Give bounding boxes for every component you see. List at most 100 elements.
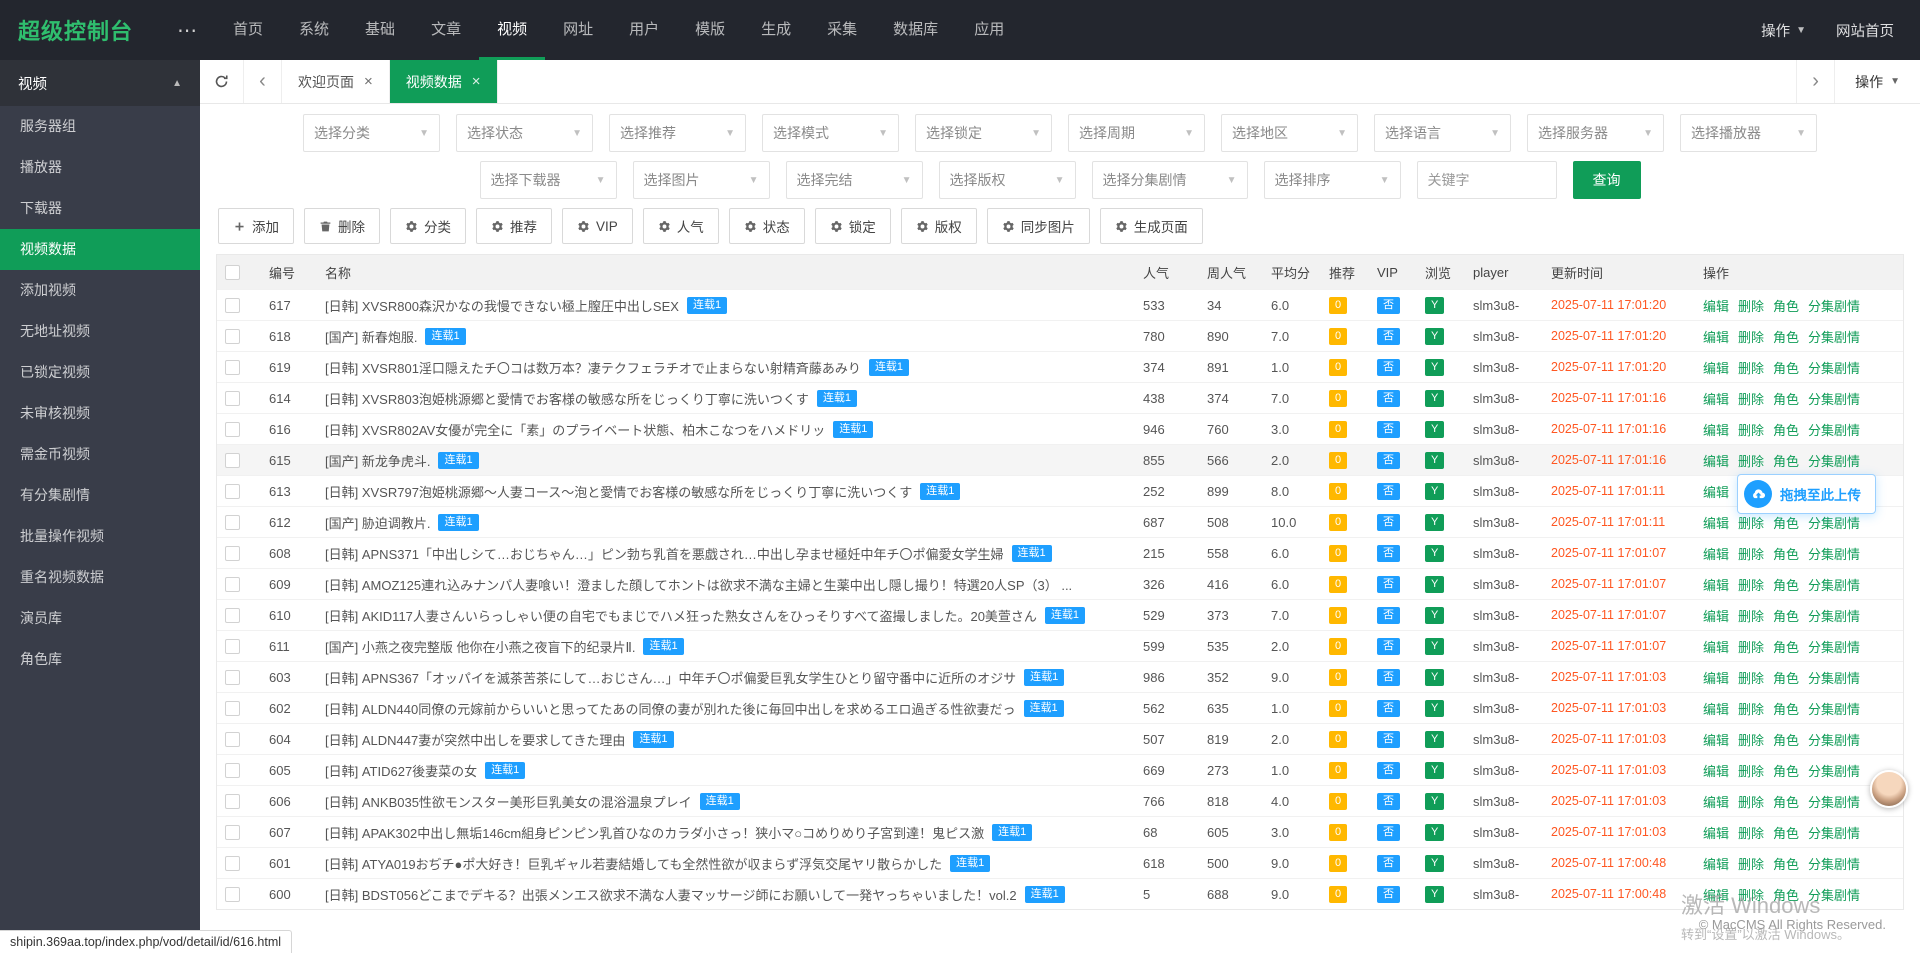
filter-select[interactable]: 选择服务器 ▼ (1527, 114, 1664, 152)
vip-badge[interactable]: 否 (1377, 514, 1400, 531)
recommend-badge[interactable]: 0 (1329, 855, 1348, 872)
edit-link[interactable]: 编辑 (1703, 547, 1729, 562)
recommend-badge[interactable]: 0 (1329, 669, 1348, 686)
toolbar-button[interactable]: 版权 (900, 208, 977, 244)
delete-link[interactable]: 删除 (1738, 733, 1764, 748)
edit-link[interactable]: 编辑 (1703, 361, 1729, 376)
recommend-badge[interactable]: 0 (1329, 824, 1348, 841)
video-title-link[interactable]: [国产] 胁迫调教片. (325, 513, 430, 532)
video-title-link[interactable]: [日韩] XVSR803泡姫桃源郷と愛情でお客様の敏感な所をじっくり丁寧に洗いつ… (325, 389, 809, 408)
row-checkbox[interactable] (225, 359, 240, 375)
role-link[interactable]: 角色 (1773, 733, 1799, 748)
filter-select[interactable]: 选择语言 ▼ (1374, 114, 1511, 152)
delete-button[interactable]: 删除 (304, 208, 380, 244)
edit-link[interactable]: 编辑 (1703, 330, 1729, 345)
recommend-badge[interactable]: 0 (1329, 483, 1348, 500)
sidebar-item[interactable]: 重名视频数据 (0, 557, 200, 598)
tab-action-dropdown[interactable]: 操作 ▼ (1834, 60, 1920, 103)
select-all-checkbox[interactable] (225, 264, 240, 280)
filter-select[interactable]: 选择推荐 ▼ (609, 114, 746, 152)
video-title-link[interactable]: [日韩] AKID117人妻さんいらっしゃい便の自宅でもまじでハメ狂った熟女さん… (325, 606, 1037, 625)
episode-link[interactable]: 分集剧情 (1808, 702, 1860, 717)
video-title-link[interactable]: [日韩] ANKB035性欲モンスター美形巨乳美女の混浴温泉プレイ (325, 792, 692, 811)
search-button[interactable]: 查询 (1572, 161, 1641, 199)
episode-link[interactable]: 分集剧情 (1808, 640, 1860, 655)
row-checkbox[interactable] (225, 855, 240, 871)
vip-badge[interactable]: 否 (1377, 483, 1400, 500)
row-checkbox[interactable] (225, 421, 240, 437)
vip-badge[interactable]: 否 (1377, 452, 1400, 469)
recommend-badge[interactable]: 0 (1329, 576, 1348, 593)
add-button[interactable]: 添加 (218, 208, 294, 244)
sidebar-item[interactable]: 已锁定视频 (0, 352, 200, 393)
sidebar-item[interactable]: 无地址视频 (0, 311, 200, 352)
browse-badge[interactable]: Y (1425, 700, 1445, 717)
row-checkbox[interactable] (225, 452, 240, 468)
recommend-badge[interactable]: 0 (1329, 390, 1348, 407)
video-title-link[interactable]: [日韩] AMOZ125連れ込みナンパ人妻喰い！澄ました顔してホントは欲求不満な… (325, 575, 1072, 594)
sidebar-item[interactable]: 角色库 (0, 639, 200, 680)
delete-link[interactable]: 删除 (1738, 857, 1764, 872)
episode-link[interactable]: 分集剧情 (1808, 671, 1860, 686)
role-link[interactable]: 角色 (1773, 702, 1799, 717)
topbar-nav-item[interactable]: 数据库 (875, 0, 956, 60)
edit-link[interactable]: 编辑 (1703, 392, 1729, 407)
role-link[interactable]: 角色 (1773, 516, 1799, 531)
recommend-badge[interactable]: 0 (1329, 638, 1348, 655)
edit-link[interactable]: 编辑 (1703, 454, 1729, 469)
recommend-badge[interactable]: 0 (1329, 359, 1348, 376)
role-link[interactable]: 角色 (1773, 857, 1799, 872)
edit-link[interactable]: 编辑 (1703, 671, 1729, 686)
video-title-link[interactable]: [日韩] APNS367「オッパイを滅茶苦茶にして…おじさん…」中年チ〇ポ偏愛巨… (325, 668, 1016, 687)
delete-link[interactable]: 删除 (1738, 826, 1764, 841)
episode-link[interactable]: 分集剧情 (1808, 795, 1860, 810)
delete-link[interactable]: 删除 (1738, 547, 1764, 562)
filter-select[interactable]: 选择周期 ▼ (1068, 114, 1205, 152)
vip-badge[interactable]: 否 (1377, 886, 1400, 903)
episode-link[interactable]: 分集剧情 (1808, 299, 1860, 314)
video-title-link[interactable]: [国产] 新春炮服. (325, 327, 417, 346)
browse-badge[interactable]: Y (1425, 390, 1445, 407)
topbar-nav-item[interactable]: 首页 (215, 0, 281, 60)
vip-badge[interactable]: 否 (1377, 824, 1400, 841)
row-checkbox[interactable] (225, 886, 240, 902)
topbar-nav-item[interactable]: 用户 (611, 0, 677, 60)
recommend-badge[interactable]: 0 (1329, 421, 1348, 438)
browse-badge[interactable]: Y (1425, 421, 1445, 438)
delete-link[interactable]: 删除 (1738, 330, 1764, 345)
vip-badge[interactable]: 否 (1377, 793, 1400, 810)
episode-link[interactable]: 分集剧情 (1808, 454, 1860, 469)
video-title-link[interactable]: [日韩] XVSR801淫口隠えたチ〇コは数万本？凄テクフェラチオで止まらない射… (325, 358, 861, 377)
browse-badge[interactable]: Y (1425, 514, 1445, 531)
topbar-nav-item[interactable]: 基础 (347, 0, 413, 60)
vip-badge[interactable]: 否 (1377, 669, 1400, 686)
role-link[interactable]: 角色 (1773, 392, 1799, 407)
topbar-nav-item[interactable]: 模版 (677, 0, 743, 60)
delete-link[interactable]: 删除 (1738, 516, 1764, 531)
floating-avatar[interactable] (1870, 770, 1908, 808)
delete-link[interactable]: 删除 (1738, 361, 1764, 376)
delete-link[interactable]: 删除 (1738, 578, 1764, 593)
topbar-nav-item[interactable]: 视频 (479, 0, 546, 60)
edit-link[interactable]: 编辑 (1703, 702, 1729, 717)
recommend-badge[interactable]: 0 (1329, 297, 1348, 314)
topbar-nav-item[interactable]: 文章 (413, 0, 479, 60)
recommend-badge[interactable]: 0 (1329, 328, 1348, 345)
toolbar-button[interactable]: 推荐 (476, 208, 552, 244)
filter-select[interactable]: 选择地区 ▼ (1221, 114, 1358, 152)
role-link[interactable]: 角色 (1773, 547, 1799, 562)
delete-link[interactable]: 删除 (1738, 888, 1764, 903)
delete-link[interactable]: 删除 (1738, 609, 1764, 624)
row-checkbox[interactable] (225, 545, 240, 561)
vip-badge[interactable]: 否 (1377, 731, 1400, 748)
browse-badge[interactable]: Y (1425, 297, 1445, 314)
toolbar-button[interactable]: 状态 (728, 208, 805, 244)
chevron-right-icon[interactable]: › (1796, 60, 1834, 103)
vip-badge[interactable]: 否 (1377, 328, 1400, 345)
edit-link[interactable]: 编辑 (1703, 578, 1729, 593)
episode-link[interactable]: 分集剧情 (1808, 826, 1860, 841)
episode-link[interactable]: 分集剧情 (1808, 330, 1860, 345)
role-link[interactable]: 角色 (1773, 764, 1799, 779)
filter-select[interactable]: 选择版权 ▼ (938, 161, 1076, 199)
edit-link[interactable]: 编辑 (1703, 516, 1729, 531)
